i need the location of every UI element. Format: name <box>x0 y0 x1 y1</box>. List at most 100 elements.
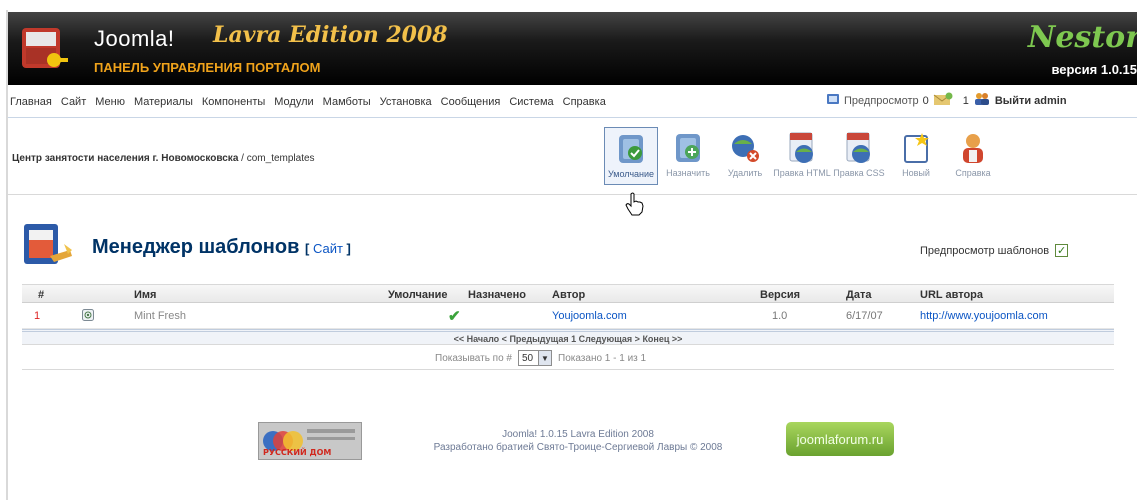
menu-right-tools: Предпросмотр 0 1 Выйти admin <box>826 92 1067 109</box>
joomlaforum-logo-text: joomlaforum.ru <box>796 431 884 447</box>
messages-icon[interactable] <box>933 92 953 109</box>
logout-link[interactable]: Выйти admin <box>995 95 1067 107</box>
list-limit-label: Показывать по # <box>435 352 512 364</box>
list-limit: Показывать по # 50 ▼ Показано 1 - 1 из 1 <box>435 350 646 366</box>
new-icon <box>898 130 934 166</box>
app-edition: Lavra Edition 2008 <box>213 22 448 48</box>
new-button[interactable]: Новый <box>889 127 943 185</box>
menu-item-messages[interactable]: Сообщения <box>441 96 501 108</box>
menu-item-system[interactable]: Система <box>509 96 553 108</box>
menu-item-modules[interactable]: Модули <box>274 96 313 108</box>
table-header: # Имя Умолчание Назначено Автор Версия Д… <box>22 284 1114 303</box>
russian-dom-logo-text: РУССКИЙ ДОМ <box>263 448 332 457</box>
client-switch: [ Сайт ] <box>305 241 351 256</box>
app-title: Joomla! <box>94 26 175 51</box>
header: Joomla! Lavra Edition 2008 ПАНЕЛЬ УПРАВЛ… <box>8 12 1137 85</box>
version-label: версия 1.0.15 <box>1051 62 1137 77</box>
delete-button[interactable]: Удалить <box>718 127 772 185</box>
toolbar: Умолчание Назначить Удалить Правка HTML … <box>604 127 1003 185</box>
default-check-icon: ✔ <box>448 308 461 325</box>
row-number: 1 <box>34 310 41 322</box>
menu-item-components[interactable]: Компоненты <box>202 96 265 108</box>
client-bracket-open: [ <box>304 241 310 256</box>
menu-item-help[interactable]: Справка <box>563 96 606 108</box>
assign-icon <box>670 130 706 166</box>
author-url-link[interactable]: http://www.youjoomla.com <box>920 310 1048 322</box>
column-assigned: Назначено <box>468 289 527 301</box>
breadcrumb-component: com_templates <box>246 153 315 164</box>
delete-button-label: Удалить <box>727 168 763 178</box>
row-date: 6/17/07 <box>846 310 883 322</box>
menu-item-mambots[interactable]: Мамботы <box>323 96 371 108</box>
brand-logo: Nestor <box>1027 20 1137 55</box>
delete-icon <box>727 130 763 166</box>
column-name[interactable]: Имя <box>134 289 156 301</box>
menu-item-site[interactable]: Сайт <box>61 96 86 108</box>
new-button-label: Новый <box>902 168 930 178</box>
footer-line-2: Разработано братией Свято-Троице-Сергиев… <box>433 442 723 453</box>
menu-item-content[interactable]: Материалы <box>134 96 193 108</box>
row-version: 1.0 <box>772 310 788 322</box>
column-author-url: URL автора <box>920 289 983 301</box>
client-bracket-close: ] <box>346 241 351 256</box>
assign-button-label: Назначить <box>666 168 710 178</box>
templates-table: # Имя Умолчание Назначено Автор Версия Д… <box>22 284 1114 370</box>
list-limit-value: 50 <box>522 352 534 364</box>
table-row: 1 Mint Fresh ✔ Youjoomla.com 1.0 6/17/07… <box>22 303 1114 329</box>
chevron-down-icon[interactable]: ▼ <box>538 351 551 365</box>
pagination-links[interactable]: << Начало < Предыдущая 1 Следующая > Кон… <box>454 334 683 344</box>
template-preview-checkbox[interactable]: ✓ <box>1055 244 1069 257</box>
column-date: Дата <box>846 289 872 301</box>
preview-link[interactable]: Предпросмотр <box>844 95 919 107</box>
breadcrumb: Центр занятости населения г. Новомосковс… <box>12 153 315 164</box>
menu-item-home[interactable]: Главная <box>10 96 52 108</box>
author-link[interactable]: Youjoomla.com <box>552 310 627 322</box>
column-version: Версия <box>760 289 801 301</box>
page-title: Менеджер шаблонов [ Сайт ] <box>92 236 351 259</box>
main-menu: Главная Сайт Меню Материалы Компоненты М… <box>10 96 606 108</box>
column-default: Умолчание <box>388 289 448 301</box>
main-menu-bar: Главная Сайт Меню Материалы Компоненты М… <box>8 86 1137 118</box>
default-button[interactable]: Умолчание <box>604 127 658 185</box>
footer-credits: Joomla! 1.0.15 Lavra Edition 2008 Разраб… <box>378 428 778 454</box>
hand-cursor-icon <box>624 192 646 216</box>
column-author: Автор <box>552 289 586 301</box>
app-subtitle: ПАНЕЛЬ УПРАВЛЕНИЯ ПОРТАЛОМ <box>94 60 321 75</box>
list-limit-select[interactable]: 50 ▼ <box>518 350 552 366</box>
edit-css-button[interactable]: Правка CSS <box>832 127 886 185</box>
users-count: 1 <box>962 94 969 107</box>
help-icon <box>955 130 991 166</box>
edit-html-icon <box>784 130 820 166</box>
toolbar-area: Центр занятости населения г. Новомосковс… <box>8 119 1137 195</box>
help-button[interactable]: Справка <box>946 127 1000 185</box>
template-preview-label: Предпросмотр шаблонов <box>920 244 1050 257</box>
breadcrumb-separator: / <box>238 153 247 164</box>
menu-item-menu[interactable]: Меню <box>95 96 125 108</box>
template-manager-icon <box>20 220 76 270</box>
template-preview-option: Предпросмотр шаблонов ✓ <box>920 244 1069 257</box>
pagination: << Начало < Предыдущая 1 Следующая > Кон… <box>22 329 1114 345</box>
window-top-border <box>0 0 1137 10</box>
edit-css-button-label: Правка CSS <box>833 168 885 178</box>
messages-count: 0 <box>922 94 929 107</box>
joomla-logo-icon <box>20 22 70 74</box>
edit-html-button[interactable]: Правка HTML <box>773 127 831 185</box>
client-link[interactable]: Сайт <box>313 241 343 256</box>
edit-css-icon <box>841 130 877 166</box>
help-button-label: Справка <box>955 168 991 178</box>
page-title-text: Менеджер шаблонов <box>92 236 300 258</box>
joomlaforum-logo[interactable]: joomlaforum.ru <box>786 422 894 456</box>
template-name-link[interactable]: Mint Fresh <box>134 310 186 322</box>
items-shown-counter: Показано 1 - 1 из 1 <box>558 352 647 364</box>
preview-icon[interactable] <box>826 92 840 109</box>
default-button-label: Умолчание <box>607 169 655 179</box>
edit-html-button-label: Правка HTML <box>773 168 831 178</box>
users-icon[interactable] <box>973 92 991 109</box>
russian-dom-logo[interactable]: РУССКИЙ ДОМ <box>258 422 362 460</box>
menu-item-installers[interactable]: Установка <box>380 96 432 108</box>
footer-line-1: Joomla! 1.0.15 Lavra Edition 2008 <box>502 429 654 440</box>
breadcrumb-site[interactable]: Центр занятости населения г. Новомосковс… <box>12 153 238 164</box>
assign-button[interactable]: Назначить <box>661 127 715 185</box>
default-icon <box>613 131 649 167</box>
row-radio[interactable] <box>82 309 94 324</box>
